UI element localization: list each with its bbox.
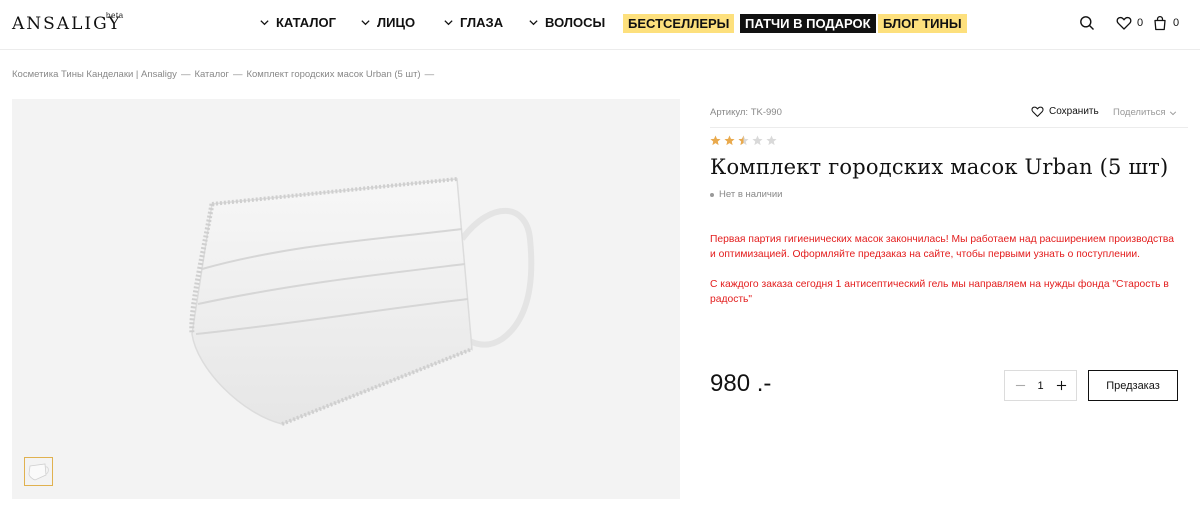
chevron-down-icon [529,20,538,26]
preorder-button[interactable]: Предзаказ [1088,370,1178,401]
heart-icon [1031,106,1044,117]
rating-stars [710,135,777,146]
product-sku: Артикул: TK-990 [710,107,782,118]
availability-status: Нет в наличии [710,189,782,200]
chevron-down-icon [1170,110,1177,115]
heart-icon [1116,16,1132,30]
gallery-thumbnail[interactable] [24,457,53,486]
nav-face[interactable]: ЛИЦО [360,15,415,30]
star-empty-icon [766,135,777,146]
preorder-notice: Первая партия гигиенических масок законч… [710,232,1180,307]
share-button-label: Поделиться [1113,107,1166,118]
star-filled-icon [710,135,721,146]
status-dot [710,192,714,197]
breadcrumb-catalog[interactable]: Каталог [194,69,229,80]
save-button[interactable]: Сохранить [1031,105,1099,118]
cart-count: 0 [1173,17,1180,29]
nav-eyes-label: ГЛАЗА [460,15,504,30]
product-title: Комплект городских масок Urban (5 шт) [710,155,1169,179]
nav-bestsellers[interactable]: БЕСТСЕЛЛЕРЫ [623,14,735,33]
product-gallery [12,99,680,499]
nav-patches-gift[interactable]: ПАТЧИ В ПОДАРОК [740,14,876,33]
notice-paragraph: Первая партия гигиенических масок законч… [710,234,1174,260]
wishlist-count: 0 [1137,17,1144,29]
breadcrumb-current[interactable]: Комплект городских масок Urban (5 шт) [246,69,420,80]
product-image-mask[interactable] [172,159,552,429]
cart-button[interactable]: 0 [1152,15,1179,31]
share-button[interactable]: Поделиться [1113,107,1177,118]
nav-catalog[interactable]: КАТАЛОГ [259,15,336,30]
star-filled-icon [724,135,735,146]
chevron-down-icon [444,20,453,26]
nav-tina-blog[interactable]: БЛОГ ТИНЫ [878,14,967,33]
nav-eyes[interactable]: ГЛАЗА [443,15,503,30]
quantity-value[interactable]: 1 [1037,380,1043,392]
breadcrumb-separator: — [232,69,243,80]
star-half-icon [738,135,749,146]
save-button-label: Сохранить [1049,106,1099,117]
wishlist-button[interactable]: 0 [1116,15,1143,31]
quantity-increase-button[interactable] [1054,379,1068,393]
chevron-down-icon [361,20,370,26]
search-icon [1080,16,1094,30]
logo-beta-badge: beta [106,11,124,20]
product-price: 980 .- [710,370,772,397]
shopping-bag-icon [1154,15,1166,31]
breadcrumb: Косметика Тины Канделаки | Ansaligy — Ката… [12,69,438,80]
mask-thumbnail-image [28,463,49,480]
breadcrumb-separator: — [424,69,435,80]
notice-paragraph: С каждого заказа сегодня 1 антисептическ… [710,279,1169,305]
breadcrumb-separator: — [180,69,191,80]
nav-hair-label: ВОЛОСЫ [545,15,606,30]
site-header: ANSALIGY beta КАТАЛОГ ЛИЦО ГЛАЗА ВОЛОСЫ … [0,0,1200,50]
divider [710,127,1188,128]
minus-icon [1015,384,1025,387]
quantity-stepper: 1 [1004,370,1077,401]
star-empty-icon [752,135,763,146]
availability-label: Нет в наличии [719,189,783,200]
search-button[interactable] [1079,15,1095,31]
quantity-decrease-button[interactable] [1013,379,1027,393]
nav-face-label: ЛИЦО [377,15,416,30]
nav-hair[interactable]: ВОЛОСЫ [528,15,605,30]
nav-catalog-label: КАТАЛОГ [276,15,336,30]
breadcrumb-home[interactable]: Косметика Тины Канделаки | Ansaligy [12,69,177,80]
plus-icon [1056,380,1066,391]
chevron-down-icon [260,20,269,26]
